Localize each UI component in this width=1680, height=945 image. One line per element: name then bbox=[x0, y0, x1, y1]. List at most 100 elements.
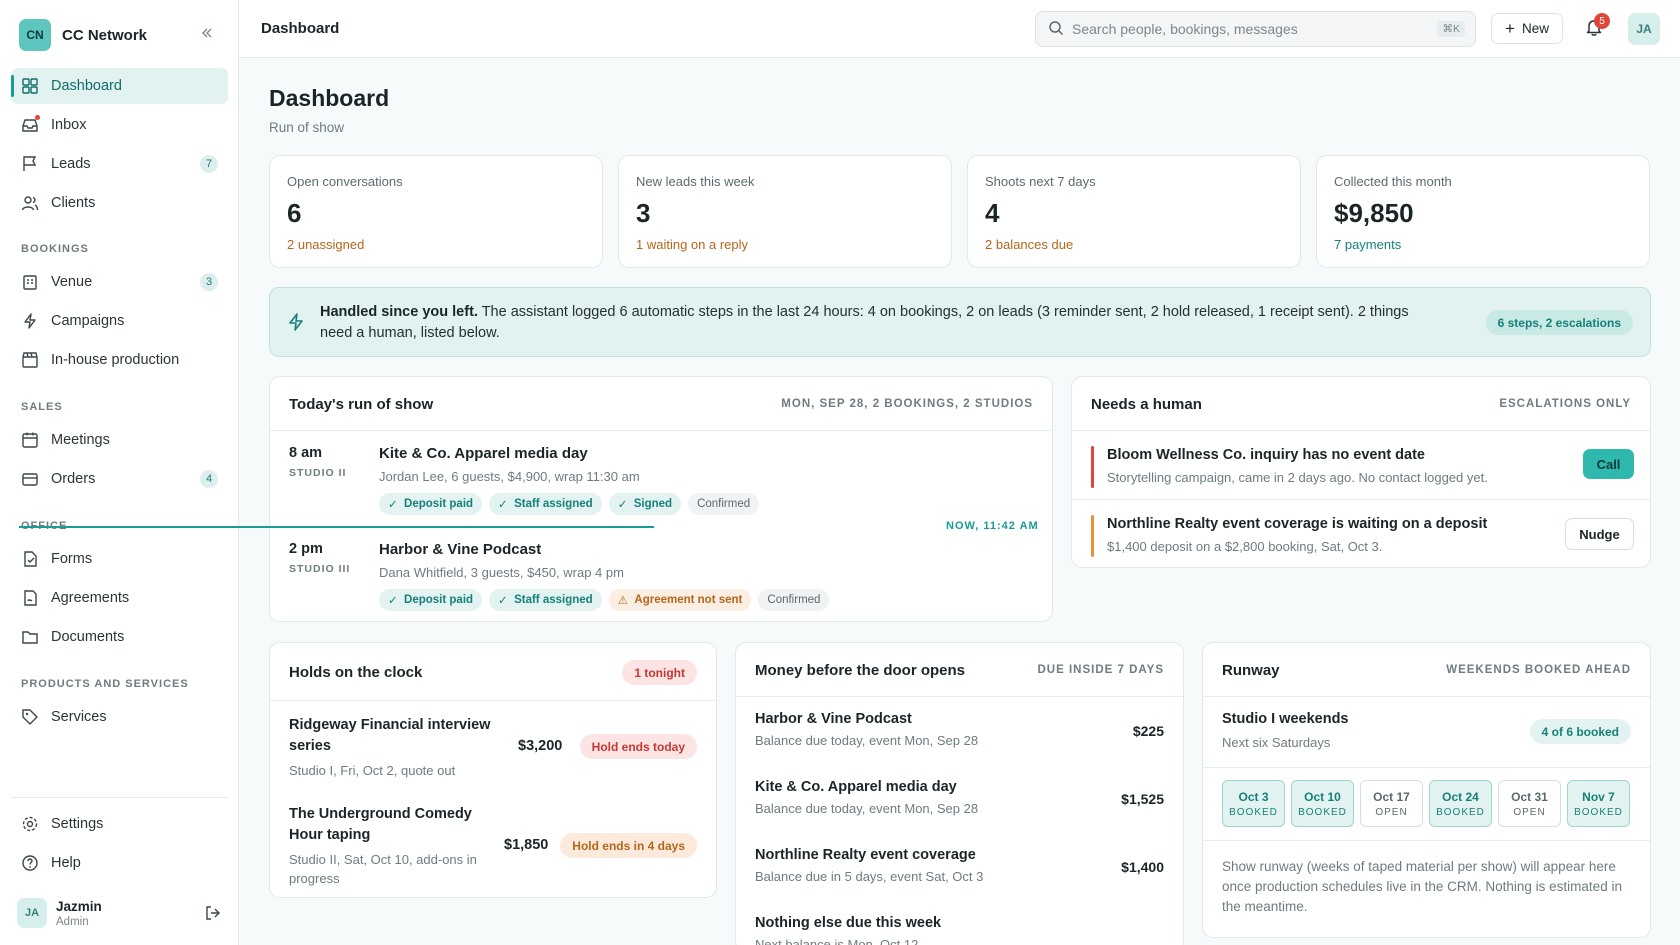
sidebar-item-label: Help bbox=[51, 855, 81, 871]
kpi-value: $9,850 bbox=[1334, 198, 1414, 228]
balance-item[interactable]: Harbor & Vine Podcast Balance due today,… bbox=[755, 711, 1165, 748]
weekend-chip[interactable]: Oct 24 BOOKED bbox=[1429, 780, 1492, 827]
user-profile[interactable]: JA Jazmin Admin bbox=[17, 896, 222, 930]
hold-amount: $3,200 bbox=[518, 738, 563, 754]
avatar[interactable]: JA bbox=[1628, 13, 1660, 45]
building-icon bbox=[21, 273, 39, 291]
status-badge: ✓ Deposit paid bbox=[379, 493, 483, 515]
sidebar-item-inbox[interactable]: Inbox bbox=[11, 107, 228, 143]
sidebar-item-campaigns[interactable]: Campaigns bbox=[11, 303, 228, 339]
sidebar-item-in-house-production[interactable]: In-house production bbox=[11, 342, 228, 378]
weekend-strip: Oct 3 BOOKED Oct 10 BOOKED Oct 17 OPEN O… bbox=[1222, 780, 1630, 827]
booking-name: Kite & Co. Apparel media day bbox=[379, 445, 588, 462]
kpi-sub: 7 payments bbox=[1334, 237, 1402, 252]
new-button[interactable]: + New bbox=[1491, 13, 1563, 44]
weekend-chip[interactable]: Nov 7 BOOKED bbox=[1567, 780, 1630, 827]
hold-name: The Underground Comedy Hour taping bbox=[289, 806, 472, 843]
bolt-icon bbox=[286, 312, 306, 332]
sidebar-item-forms[interactable]: Forms bbox=[11, 541, 228, 577]
weekend-state: BOOKED bbox=[1229, 806, 1278, 818]
notification-count: 5 bbox=[1594, 13, 1610, 29]
kpi-card-shoots[interactable]: Shoots next 7 days 4 2 balances due bbox=[967, 155, 1301, 268]
balance-item[interactable]: Northline Realty event coverage Balance … bbox=[755, 847, 1165, 884]
escalation-marker bbox=[1091, 515, 1094, 557]
sidebar-item-label: In-house production bbox=[51, 352, 180, 368]
balance-item: Nothing else due this week Next balance … bbox=[755, 915, 1165, 945]
sidebar-item-dashboard[interactable]: Dashboard bbox=[11, 68, 228, 104]
escalation-detail: Storytelling campaign, came in 2 days ag… bbox=[1107, 470, 1488, 485]
balance-name: Nothing else due this week bbox=[755, 915, 942, 931]
signature-icon bbox=[21, 589, 39, 607]
card-title: Needs a human bbox=[1091, 396, 1202, 413]
brand[interactable]: CN CC Network bbox=[19, 19, 147, 51]
status-badge: ✓ Staff assigned bbox=[489, 493, 602, 515]
sidebar-item-agreements[interactable]: Agreements bbox=[11, 580, 228, 616]
search-box[interactable]: ⌘K bbox=[1035, 11, 1476, 47]
flag-icon bbox=[21, 155, 39, 173]
holds-card: Holds on the clock 1 tonight Ridgeway Fi… bbox=[269, 642, 717, 898]
user-name: Jazmin bbox=[56, 898, 102, 914]
nudge-button[interactable]: Nudge bbox=[1565, 518, 1634, 550]
runway-note: Show runway (weeks of taped material per… bbox=[1222, 859, 1622, 914]
weekend-chip[interactable]: Oct 3 BOOKED bbox=[1222, 780, 1285, 827]
card-header: Needs a human ESCALATIONS ONLY bbox=[1072, 377, 1650, 431]
hold-detail: Studio I, Fri, Oct 2, quote out bbox=[289, 763, 456, 778]
status-badge: ✓ Staff assigned bbox=[489, 589, 602, 611]
kpi-label: New leads this week bbox=[636, 174, 755, 189]
weekend-date: Oct 3 bbox=[1238, 789, 1269, 804]
unread-dot bbox=[35, 115, 40, 120]
sidebar-item-orders[interactable]: Orders 4 bbox=[11, 461, 228, 497]
hold-status-badge: Hold ends in 4 days bbox=[560, 833, 697, 858]
users-icon bbox=[21, 194, 39, 212]
sidebar-item-settings[interactable]: Settings bbox=[11, 806, 228, 842]
run-of-show-card: Today's run of show MON, SEP 28, 2 BOOKI… bbox=[269, 376, 1053, 622]
banner-text: Handled since you left. The assistant lo… bbox=[320, 302, 1440, 344]
banner-summary-badge: 6 steps, 2 escalations bbox=[1485, 310, 1633, 335]
folder-icon bbox=[21, 628, 39, 646]
sidebar-item-venue[interactable]: Venue 3 bbox=[11, 264, 228, 300]
sidebar-item-label: Services bbox=[51, 709, 107, 725]
topbar: Dashboard ⌘K + New 5 JA bbox=[239, 0, 1680, 58]
balance-amount: $1,525 bbox=[1121, 791, 1164, 807]
brand-logo: CN bbox=[19, 19, 51, 51]
calendar-icon bbox=[21, 431, 39, 449]
hold-amount: $1,850 bbox=[504, 837, 549, 853]
balance-item[interactable]: Kite & Co. Apparel media day Balance due… bbox=[755, 779, 1165, 816]
weekend-date: Oct 10 bbox=[1304, 789, 1341, 804]
banner-body: The assistant logged 6 automatic steps i… bbox=[320, 304, 1409, 341]
sidebar-item-documents[interactable]: Documents bbox=[11, 619, 228, 655]
sidebar-item-meetings[interactable]: Meetings bbox=[11, 422, 228, 458]
warning-badge: ⚠ Agreement not sent bbox=[608, 589, 752, 611]
kpi-card-collected[interactable]: Collected this month $9,850 7 payments bbox=[1316, 155, 1650, 268]
sidebar-item-services[interactable]: Services bbox=[11, 699, 228, 735]
status-badge: ✓ Deposit paid bbox=[379, 589, 483, 611]
form-icon bbox=[21, 550, 39, 568]
user-role: Admin bbox=[56, 915, 89, 928]
sidebar-item-label: Forms bbox=[51, 551, 93, 567]
collapse-sidebar-icon[interactable] bbox=[200, 26, 214, 45]
balance-amount: $225 bbox=[1132, 723, 1164, 739]
runway-card: Runway WEEKENDS BOOKED AHEAD Studio I we… bbox=[1202, 642, 1651, 938]
weekend-state: BOOKED bbox=[1436, 806, 1485, 818]
card-icon bbox=[21, 470, 39, 488]
search-input[interactable] bbox=[1072, 21, 1432, 37]
sidebar-item-clients[interactable]: Clients bbox=[11, 185, 228, 221]
new-button-label: New bbox=[1521, 21, 1549, 36]
status-badge: ✓ Signed bbox=[608, 493, 682, 515]
weekend-chip[interactable]: Oct 10 BOOKED bbox=[1291, 780, 1354, 827]
sidebar-item-leads[interactable]: Leads 7 bbox=[11, 146, 228, 182]
topbar-title: Dashboard bbox=[261, 20, 340, 37]
balance-detail: Next balance is Mon, Oct 12 bbox=[755, 937, 919, 945]
hold-name: Ridgeway Financial interview series bbox=[289, 717, 491, 754]
call-button[interactable]: Call bbox=[1583, 449, 1634, 479]
kpi-card-open-conversations[interactable]: Open conversations 6 2 unassigned bbox=[269, 155, 603, 268]
weekend-chip[interactable]: Oct 17 OPEN bbox=[1360, 780, 1423, 827]
logout-icon[interactable] bbox=[204, 904, 222, 925]
sidebar-item-label: Campaigns bbox=[51, 313, 125, 329]
sidebar-item-label: Dashboard bbox=[51, 78, 122, 94]
kpi-card-new-leads[interactable]: New leads this week 3 1 waiting on a rep… bbox=[618, 155, 952, 268]
divider bbox=[1203, 767, 1650, 768]
sidebar-item-help[interactable]: Help bbox=[11, 845, 228, 881]
weekend-chip[interactable]: Oct 31 OPEN bbox=[1498, 780, 1561, 827]
holds-count-badge: 1 tonight bbox=[622, 660, 697, 685]
